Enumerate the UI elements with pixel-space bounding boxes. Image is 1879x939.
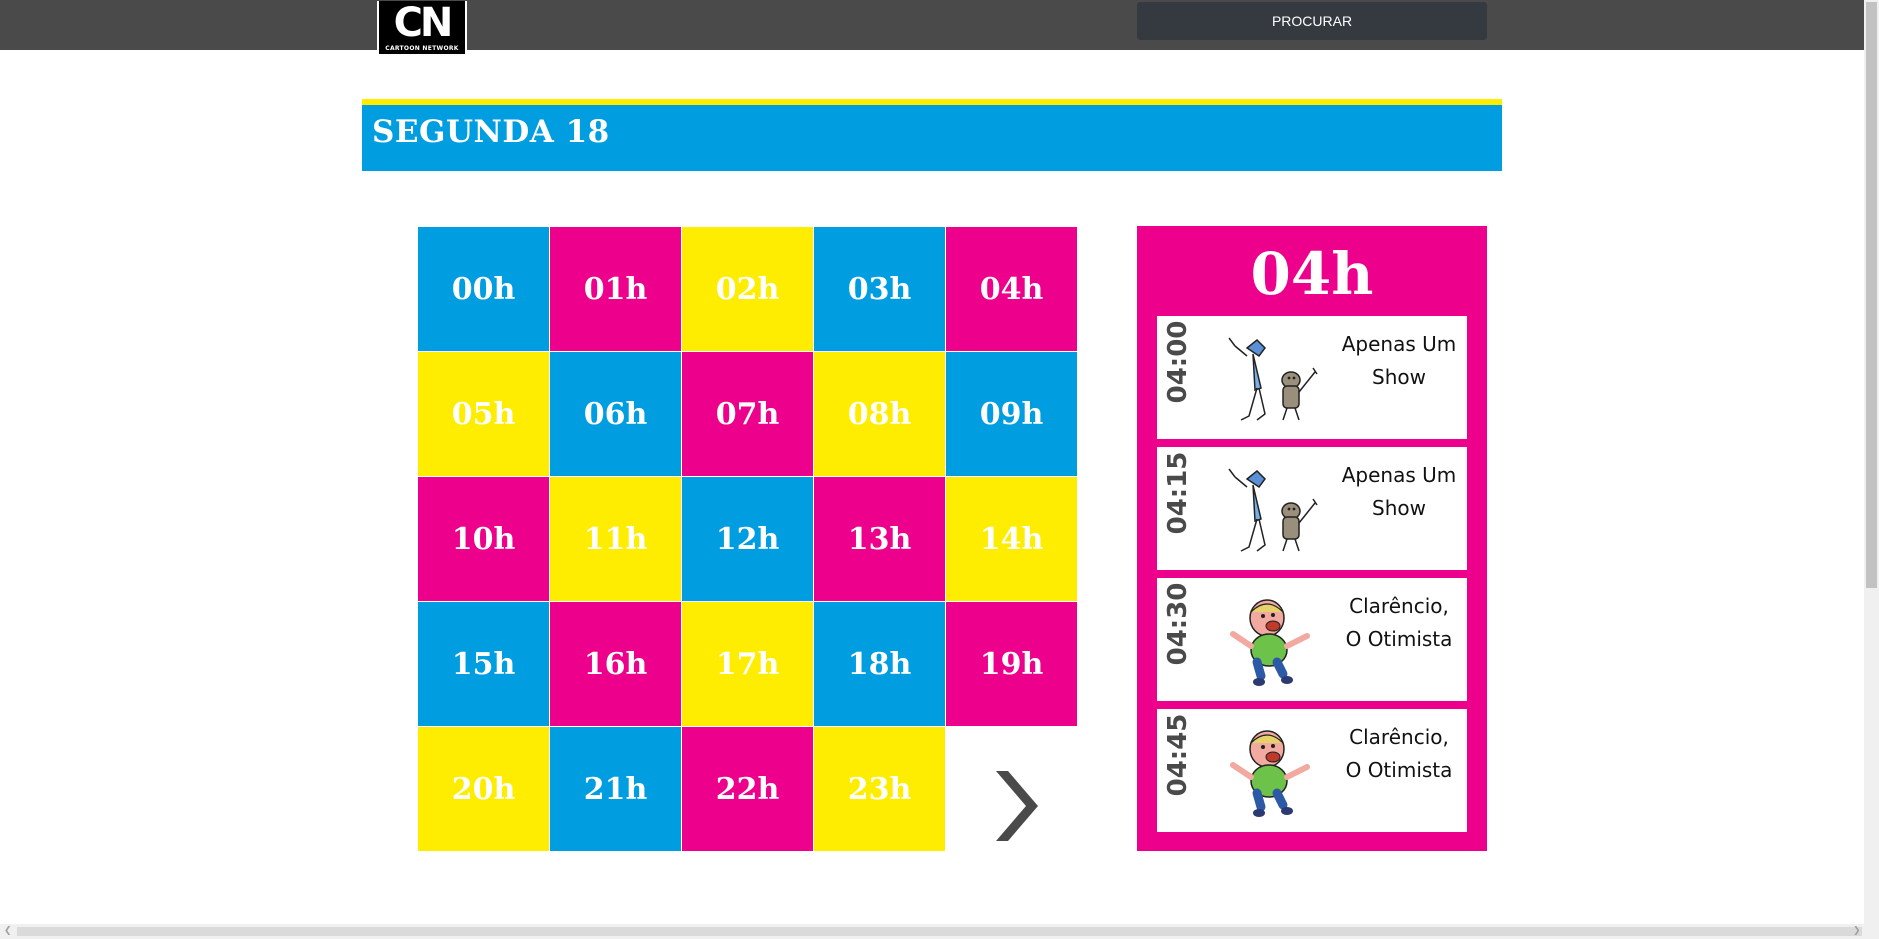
hour-cell-08[interactable]: 08h bbox=[814, 352, 945, 476]
next-day-chevron-icon[interactable] bbox=[992, 768, 1042, 844]
clarence-character-image bbox=[1230, 730, 1310, 817]
cartoon-network-logo[interactable]: CN CARTOON NETWORK bbox=[377, 1, 467, 56]
schedule-card[interactable]: 04:30 Clarêncio, O Otimista bbox=[1157, 578, 1467, 701]
hour-cell-00[interactable]: 00h bbox=[418, 227, 549, 351]
schedule-time: 04:45 bbox=[1163, 713, 1193, 797]
hour-cell-22[interactable]: 22h bbox=[682, 727, 813, 851]
scroll-left-icon[interactable]: ❮ bbox=[4, 924, 12, 939]
schedule-card[interactable]: 04:45 Clarêncio, O Otimista bbox=[1157, 709, 1467, 832]
scroll-right-icon[interactable]: ❯ bbox=[1853, 924, 1861, 939]
hour-cell-07[interactable]: 07h bbox=[682, 352, 813, 476]
hour-cell-16[interactable]: 16h bbox=[550, 602, 681, 726]
hour-grid: 00h 01h 02h 03h 04h 05h 06h 07h 08h 09h … bbox=[418, 227, 1077, 851]
search-button[interactable]: PROCURAR bbox=[1137, 2, 1487, 40]
hour-cell-11[interactable]: 11h bbox=[550, 477, 681, 601]
show-title: Clarêncio, O Otimista bbox=[1345, 594, 1453, 651]
hour-cell-21[interactable]: 21h bbox=[550, 727, 681, 851]
schedule-panel: 04h 04:00 Apenas Um Show 04:15 Apenas Um… bbox=[1137, 226, 1487, 851]
hour-cell-09[interactable]: 09h bbox=[946, 352, 1077, 476]
hour-cell-03[interactable]: 03h bbox=[814, 227, 945, 351]
top-navigation-bar: CN CARTOON NETWORK PROCURAR bbox=[0, 0, 1864, 56]
schedule-time: 04:15 bbox=[1163, 451, 1193, 535]
hour-cell-15[interactable]: 15h bbox=[418, 602, 549, 726]
hour-cell-19[interactable]: 19h bbox=[946, 602, 1077, 726]
show-title: Apenas Um Show bbox=[1341, 463, 1457, 520]
show-title: Apenas Um Show bbox=[1341, 332, 1457, 389]
vertical-scrollbar-thumb[interactable] bbox=[1866, 2, 1877, 588]
hour-cell-02[interactable]: 02h bbox=[682, 227, 813, 351]
hour-cell-18[interactable]: 18h bbox=[814, 602, 945, 726]
clarence-character-image bbox=[1230, 599, 1310, 686]
hour-cell-17[interactable]: 17h bbox=[682, 602, 813, 726]
regular-show-characters-image bbox=[1228, 468, 1318, 552]
hour-cell-04[interactable]: 04h bbox=[946, 227, 1077, 351]
hour-cell-01[interactable]: 01h bbox=[550, 227, 681, 351]
regular-show-characters-image bbox=[1228, 337, 1318, 421]
schedule-card[interactable]: 04:00 Apenas Um Show bbox=[1157, 316, 1467, 439]
hour-cell-23[interactable]: 23h bbox=[814, 727, 945, 851]
hour-cell-13[interactable]: 13h bbox=[814, 477, 945, 601]
show-title: Clarêncio, O Otimista bbox=[1345, 725, 1453, 782]
hour-cell-20[interactable]: 20h bbox=[418, 727, 549, 851]
day-header: SEGUNDA 18 bbox=[362, 99, 1502, 171]
schedule-card[interactable]: 04:15 Apenas Um Show bbox=[1157, 447, 1467, 570]
hour-cell-12[interactable]: 12h bbox=[682, 477, 813, 601]
hour-cell-10[interactable]: 10h bbox=[418, 477, 549, 601]
schedule-time: 04:00 bbox=[1163, 320, 1193, 404]
logo-letters: CN bbox=[393, 0, 454, 46]
logo-text: CARTOON NETWORK bbox=[385, 45, 459, 52]
horizontal-scrollbar-thumb[interactable] bbox=[17, 927, 1862, 936]
schedule-time: 04:30 bbox=[1163, 582, 1193, 666]
vertical-scrollbar[interactable] bbox=[1864, 0, 1879, 924]
selected-hour-title: 04h bbox=[1250, 240, 1374, 308]
horizontal-scrollbar[interactable]: ❮ ❯ bbox=[0, 924, 1879, 939]
hour-cell-14[interactable]: 14h bbox=[946, 477, 1077, 601]
hour-cell-05[interactable]: 05h bbox=[418, 352, 549, 476]
hour-cell-06[interactable]: 06h bbox=[550, 352, 681, 476]
day-title: SEGUNDA 18 bbox=[372, 114, 610, 150]
